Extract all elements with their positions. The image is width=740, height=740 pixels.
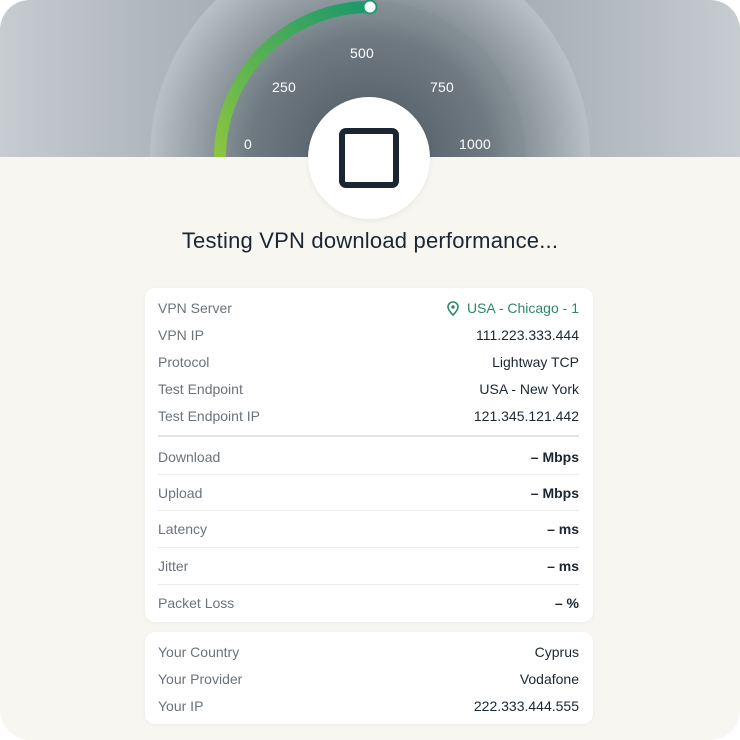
your-ip-value: 222.333.444.555 <box>473 698 579 714</box>
location-pin-icon <box>447 300 459 316</box>
gauge-tick-label: 1000 <box>459 136 491 152</box>
country-row: Your Country Cyprus <box>158 643 579 661</box>
upload-label: Upload <box>158 485 203 501</box>
provider-value: Vodafone <box>519 671 579 687</box>
download-label: Download <box>158 449 221 465</box>
row-divider <box>158 510 579 511</box>
stop-test-button[interactable] <box>308 97 430 219</box>
download-value: – Mbps <box>530 449 579 465</box>
country-value: Cyprus <box>534 644 579 660</box>
gauge-tick-label: 500 <box>350 45 374 61</box>
row-divider <box>158 547 579 548</box>
vpn-test-details-card: VPN Server USA - Chicago - 1 VPN IP 111.… <box>145 288 593 622</box>
latency-label: Latency <box>158 521 208 537</box>
provider-row: Your Provider Vodafone <box>158 670 579 688</box>
row-divider <box>158 474 579 475</box>
test-endpoint-label: Test Endpoint <box>158 381 243 397</box>
provider-label: Your Provider <box>158 671 243 687</box>
vpn-ip-row: VPN IP 111.223.333.444 <box>158 326 579 344</box>
vpn-server-text: USA - Chicago - 1 <box>466 300 579 316</box>
protocol-value: Lightway TCP <box>492 354 579 370</box>
test-endpoint-ip-value: 121.345.121.442 <box>473 408 579 424</box>
upload-row: Upload – Mbps <box>158 484 579 502</box>
protocol-label: Protocol <box>158 354 210 370</box>
packet-loss-row: Packet Loss – % <box>158 594 579 612</box>
section-divider <box>158 435 579 437</box>
your-ip-label: Your IP <box>158 698 204 714</box>
upload-value: – Mbps <box>530 485 579 501</box>
jitter-row: Jitter – ms <box>158 557 579 575</box>
vpn-server-row: VPN Server USA - Chicago - 1 <box>158 299 579 317</box>
client-info-card: Your Country Cyprus Your Provider Vodafo… <box>145 632 593 724</box>
stop-icon <box>339 128 399 188</box>
vpn-server-label: VPN Server <box>158 300 232 316</box>
test-endpoint-ip-label: Test Endpoint IP <box>158 408 260 424</box>
vpn-ip-label: VPN IP <box>158 327 204 343</box>
test-endpoint-ip-row: Test Endpoint IP 121.345.121.442 <box>158 407 579 425</box>
gauge-tick-label: 250 <box>272 79 296 95</box>
vpn-speed-test-window: 0 250 500 750 1000 Testing VPN download … <box>0 0 740 740</box>
download-row: Download – Mbps <box>158 448 579 466</box>
test-endpoint-row: Test Endpoint USA - New York <box>158 380 579 398</box>
latency-row: Latency – ms <box>158 520 579 538</box>
jitter-label: Jitter <box>158 558 189 574</box>
test-status-title: Testing VPN download performance... <box>181 228 559 253</box>
your-ip-row: Your IP 222.333.444.555 <box>158 697 579 715</box>
protocol-row: Protocol Lightway TCP <box>158 353 579 371</box>
vpn-server-value: USA - Chicago - 1 <box>447 300 579 316</box>
gauge-needle-knob <box>362 0 378 15</box>
jitter-value: – ms <box>547 558 579 574</box>
packet-loss-value: – % <box>554 595 579 611</box>
test-endpoint-value: USA - New York <box>479 381 579 397</box>
packet-loss-label: Packet Loss <box>158 595 235 611</box>
gauge-tick-label: 0 <box>244 136 252 152</box>
country-label: Your Country <box>158 644 240 660</box>
vpn-ip-value: 111.223.333.444 <box>475 327 579 343</box>
row-divider <box>158 584 579 585</box>
gauge-tick-label: 750 <box>430 79 454 95</box>
latency-value: – ms <box>547 521 579 537</box>
